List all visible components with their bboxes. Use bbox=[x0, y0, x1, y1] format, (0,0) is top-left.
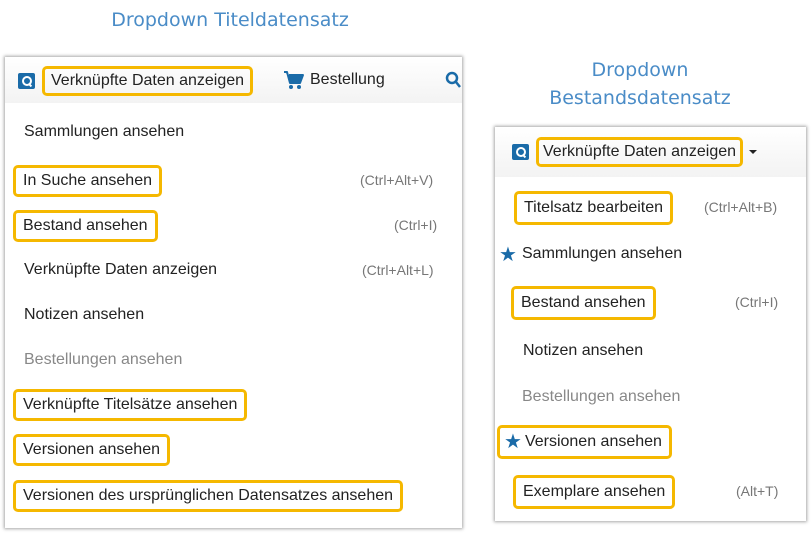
shortcut-text: (Ctrl+I) bbox=[394, 217, 438, 233]
shortcut-text: (Alt+T) bbox=[736, 483, 779, 499]
shortcut-text: (Ctrl+Alt+V) bbox=[360, 172, 434, 188]
caption-right-line1: Dropdown bbox=[591, 59, 689, 81]
shortcut-text: (Ctrl+Alt+B) bbox=[704, 199, 778, 215]
caption-right-line2: Bestandsdatensatz bbox=[549, 87, 731, 109]
menu-item-label: Sammlungen ansehen bbox=[522, 245, 683, 262]
dropdown-panel-title-record: Verknüpfte Daten anzeigen Bestellung Sam… bbox=[5, 57, 462, 528]
linked-data-label: Verknüpfte Daten anzeigen bbox=[42, 66, 254, 96]
menu-item-label: Verknüpfte Titelsätze ansehen bbox=[13, 389, 248, 421]
shortcut-text: (Ctrl+Alt+L) bbox=[362, 262, 434, 278]
search-icon[interactable] bbox=[445, 71, 461, 89]
toolbar: Verknüpfte Daten anzeigen Bestellung bbox=[5, 57, 462, 103]
dropdown-panel-holdings-record: Verknüpfte Daten anzeigen Titelsatz bear… bbox=[495, 127, 806, 521]
linked-data-button[interactable]: Verknüpfte Daten anzeigen bbox=[18, 66, 254, 96]
menu-item-label: Verknüpfte Daten anzeigen bbox=[24, 261, 218, 278]
menu-item-label: Versionen ansehen bbox=[13, 434, 170, 466]
toolbar: Verknüpfte Daten anzeigen bbox=[495, 127, 806, 177]
star-icon: ★ bbox=[499, 244, 517, 266]
shortcut-text: (Ctrl+I) bbox=[735, 294, 779, 310]
search-icon bbox=[18, 73, 35, 89]
menu-item-label: Notizen ansehen bbox=[523, 342, 644, 359]
caption-left: Dropdown Titeldatensatz bbox=[111, 9, 349, 31]
menu-item-label: Exemplare ansehen bbox=[513, 475, 676, 509]
cart-icon bbox=[284, 71, 304, 89]
order-label: Bestellung bbox=[310, 71, 385, 88]
menu-item-label: Titelsatz bearbeiten bbox=[514, 191, 674, 225]
menu-item-label: Notizen ansehen bbox=[24, 306, 145, 323]
menu-item-label: Bestellungen ansehen bbox=[522, 388, 681, 405]
search-icon bbox=[512, 144, 529, 160]
linked-data-label: Verknüpfte Daten anzeigen bbox=[536, 137, 744, 167]
linked-data-button[interactable]: Verknüpfte Daten anzeigen bbox=[512, 137, 758, 167]
star-icon: ★ bbox=[504, 431, 522, 453]
menu-item-label: Bestand ansehen bbox=[511, 286, 656, 320]
menu-item-label: Sammlungen ansehen bbox=[24, 123, 185, 140]
menu-item-label: Versionen des ursprünglichen Datensatzes… bbox=[13, 480, 404, 512]
menu-item-label: Bestand ansehen bbox=[13, 210, 158, 242]
menu-item-label: In Suche ansehen bbox=[13, 165, 162, 197]
menu-item-label: Bestellungen ansehen bbox=[24, 351, 183, 368]
menu-item-label: ★ Versionen ansehen bbox=[497, 425, 672, 459]
caret-down-icon bbox=[749, 150, 758, 154]
menu-item-text: Versionen ansehen bbox=[524, 433, 662, 450]
order-button[interactable]: Bestellung bbox=[283, 70, 385, 90]
